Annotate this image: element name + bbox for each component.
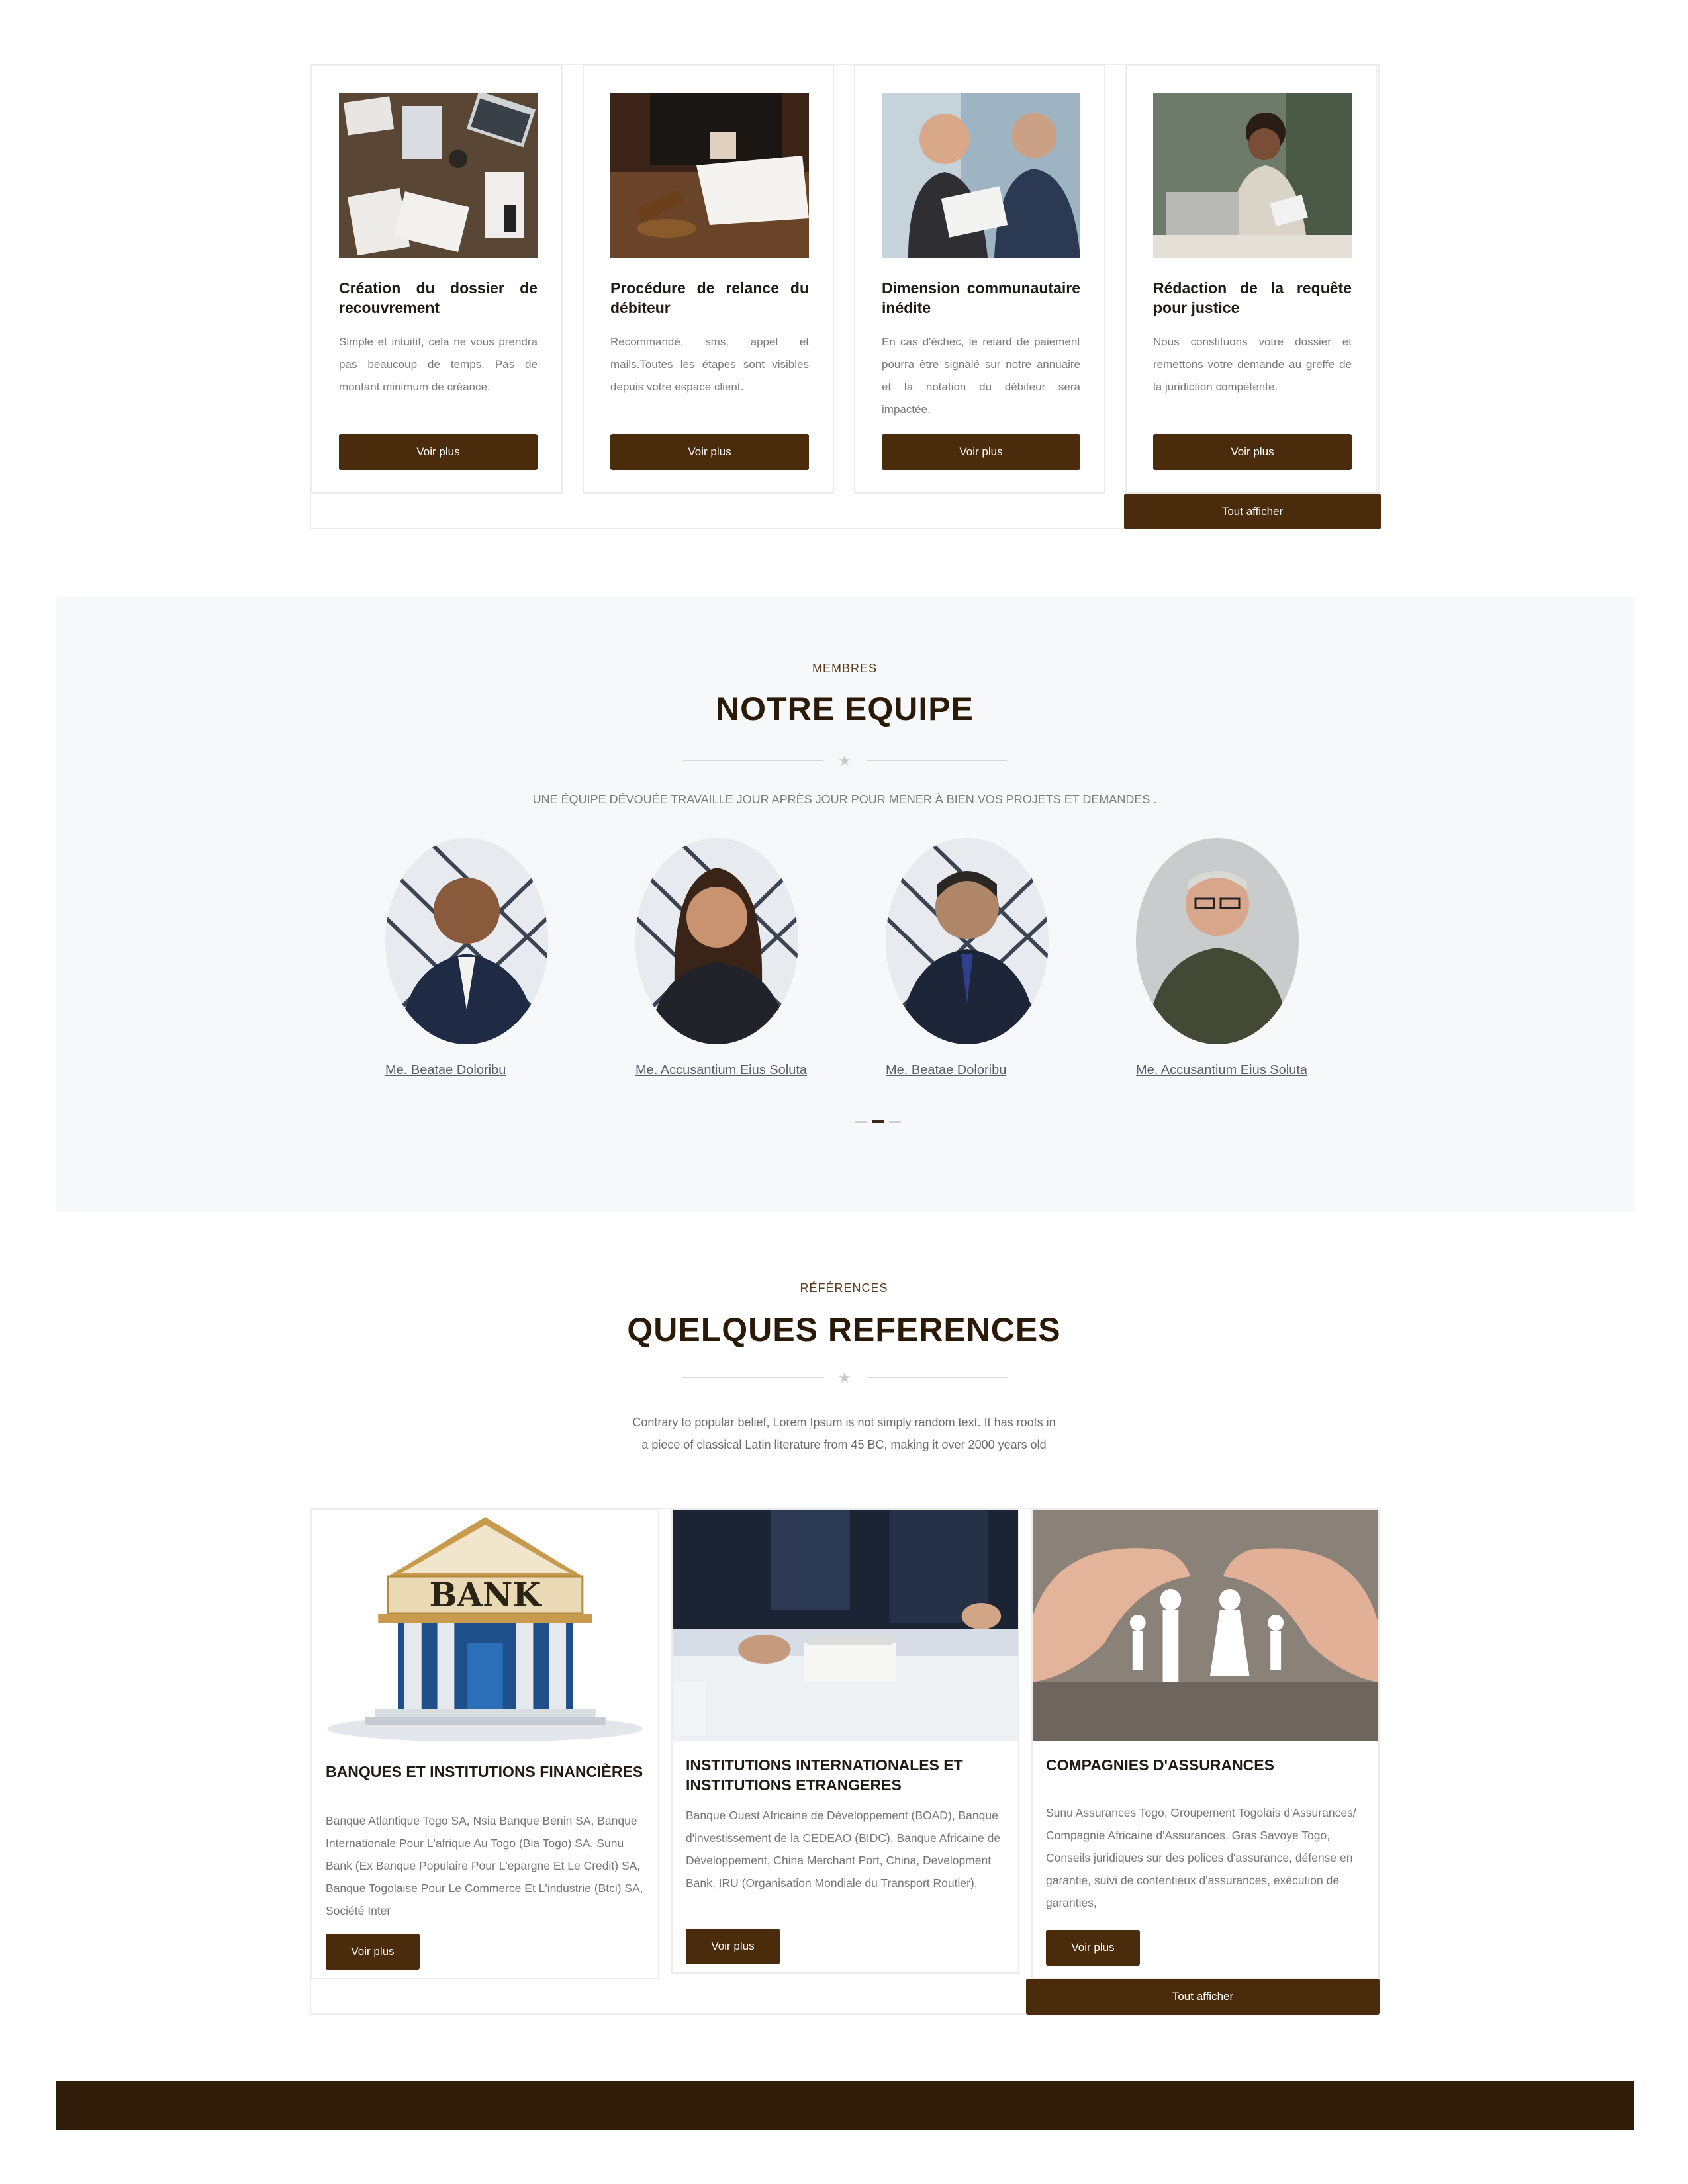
team-member-card[interactable]: Me. Beatae Doloribu: [886, 838, 1084, 1078]
carousel-pagination[interactable]: [855, 1120, 908, 1124]
member-photo: [886, 838, 1049, 1044]
service-card: Dimension communautaire inédite En cas d…: [854, 65, 1105, 494]
member-photo: [385, 838, 548, 1044]
service-image: [882, 93, 1080, 258]
service-description: Recommandé, sms, appel et mails.Toutes l…: [610, 336, 809, 393]
star-icon: ★: [838, 1369, 851, 1386]
reference-description: Banque Atlantique Togo SA, Nsia Banque B…: [326, 1814, 643, 1917]
team-subtitle: UNE ÉQUIPE DÉVOUÉE TRAVAILLE JOUR APRÈS …: [532, 793, 1157, 806]
service-title: Rédaction de la requête pour justice: [1153, 279, 1352, 316]
service-image: [610, 93, 809, 258]
service-card: Création du dossier de recouvrement Simp…: [311, 65, 563, 494]
member-photo: [635, 838, 798, 1044]
reference-description: Banque Ouest Africaine de Développement …: [686, 1809, 1001, 1889]
team-member-card[interactable]: Me. Accusantium Eius Soluta: [1136, 838, 1335, 1078]
carousel-dot[interactable]: [855, 1121, 867, 1123]
team-eyebrow: MEMBRES: [812, 662, 877, 675]
references-intro: Contrary to popular belief, Lorem Ipsum …: [632, 1416, 1056, 1451]
reference-image: [1033, 1510, 1378, 1741]
reference-card: INSTITUTIONS INTERNATIONALES ET INSTITUT…: [671, 1509, 1019, 1974]
voir-plus-button[interactable]: Voir plus: [610, 434, 809, 470]
bank-sign-text: BANK: [430, 1575, 543, 1614]
service-card: Procédure de relance du débiteur Recomma…: [583, 65, 834, 494]
member-name-link[interactable]: Me. Beatae Doloribu: [886, 1063, 1084, 1078]
reference-description: Sunu Assurances Togo, Groupement Togolai…: [1046, 1806, 1356, 1909]
service-description: En cas d'échec, le retard de paiement po…: [882, 336, 1080, 416]
show-all-references-button[interactable]: Tout afficher: [1026, 1979, 1380, 2015]
star-icon: ★: [838, 752, 851, 769]
reference-title: INSTITUTIONS INTERNATIONALES ET INSTITUT…: [686, 1756, 963, 1794]
service-image: [1153, 93, 1352, 258]
member-name-link[interactable]: Me. Accusantium Eius Soluta: [635, 1063, 834, 1078]
voir-plus-button[interactable]: Voir plus: [686, 1929, 780, 1964]
service-title: Dimension communautaire inédite: [882, 279, 1080, 316]
footer-band: [56, 2081, 1634, 2130]
member-name-link[interactable]: Me. Beatae Doloribu: [385, 1063, 584, 1078]
team-member-card[interactable]: Me. Accusantium Eius Soluta: [635, 838, 834, 1078]
member-photo: [1136, 838, 1299, 1044]
service-card: Rédaction de la requête pour justice Nou…: [1125, 65, 1377, 494]
reference-title: COMPAGNIES D'ASSURANCES: [1046, 1756, 1274, 1774]
service-title: Procédure de relance du débiteur: [610, 279, 809, 316]
title-divider: ★: [682, 1370, 1007, 1386]
bank-image: BANK: [312, 1510, 658, 1741]
team-member-card[interactable]: Me. Beatae Doloribu: [385, 838, 584, 1078]
references-panel: BANK BANQUES ET INSTITUTIONS FINANCIÈRES…: [310, 1508, 1380, 2015]
voir-plus-button[interactable]: Voir plus: [326, 1934, 420, 1970]
member-name-link[interactable]: Me. Accusantium Eius Soluta: [1136, 1063, 1335, 1078]
reference-image: [673, 1510, 1018, 1741]
team-section: MEMBRES NOTRE EQUIPE ★ UNE ÉQUIPE DÉVOUÉ…: [56, 597, 1634, 1212]
reference-card: BANK BANQUES ET INSTITUTIONS FINANCIÈRES…: [311, 1509, 659, 1979]
carousel-dot[interactable]: [889, 1121, 901, 1123]
voir-plus-button[interactable]: Voir plus: [882, 434, 1080, 470]
service-description: Simple et intuitif, cela ne vous prendra…: [339, 336, 538, 393]
show-all-services-button[interactable]: Tout afficher: [1124, 494, 1381, 529]
service-title: Création du dossier de recouvrement: [339, 279, 538, 316]
voir-plus-button[interactable]: Voir plus: [1046, 1930, 1140, 1966]
service-description: Nous constituons votre dossier et remett…: [1153, 336, 1352, 393]
voir-plus-button[interactable]: Voir plus: [1153, 434, 1352, 470]
reference-title: BANQUES ET INSTITUTIONS FINANCIÈRES: [326, 1763, 643, 1780]
carousel-dot-active[interactable]: [872, 1120, 884, 1123]
voir-plus-button[interactable]: Voir plus: [339, 434, 538, 470]
references-eyebrow: RÉFÉRENCES: [800, 1281, 888, 1295]
team-title: NOTRE EQUIPE: [716, 690, 974, 727]
title-divider: ★: [682, 753, 1007, 769]
references-title: QUELQUES REFERENCES: [627, 1311, 1061, 1348]
service-image: [339, 93, 538, 258]
services-panel: Création du dossier de recouvrement Simp…: [310, 64, 1380, 529]
reference-card: COMPAGNIES D'ASSURANCES Sunu Assurances …: [1031, 1509, 1380, 1979]
